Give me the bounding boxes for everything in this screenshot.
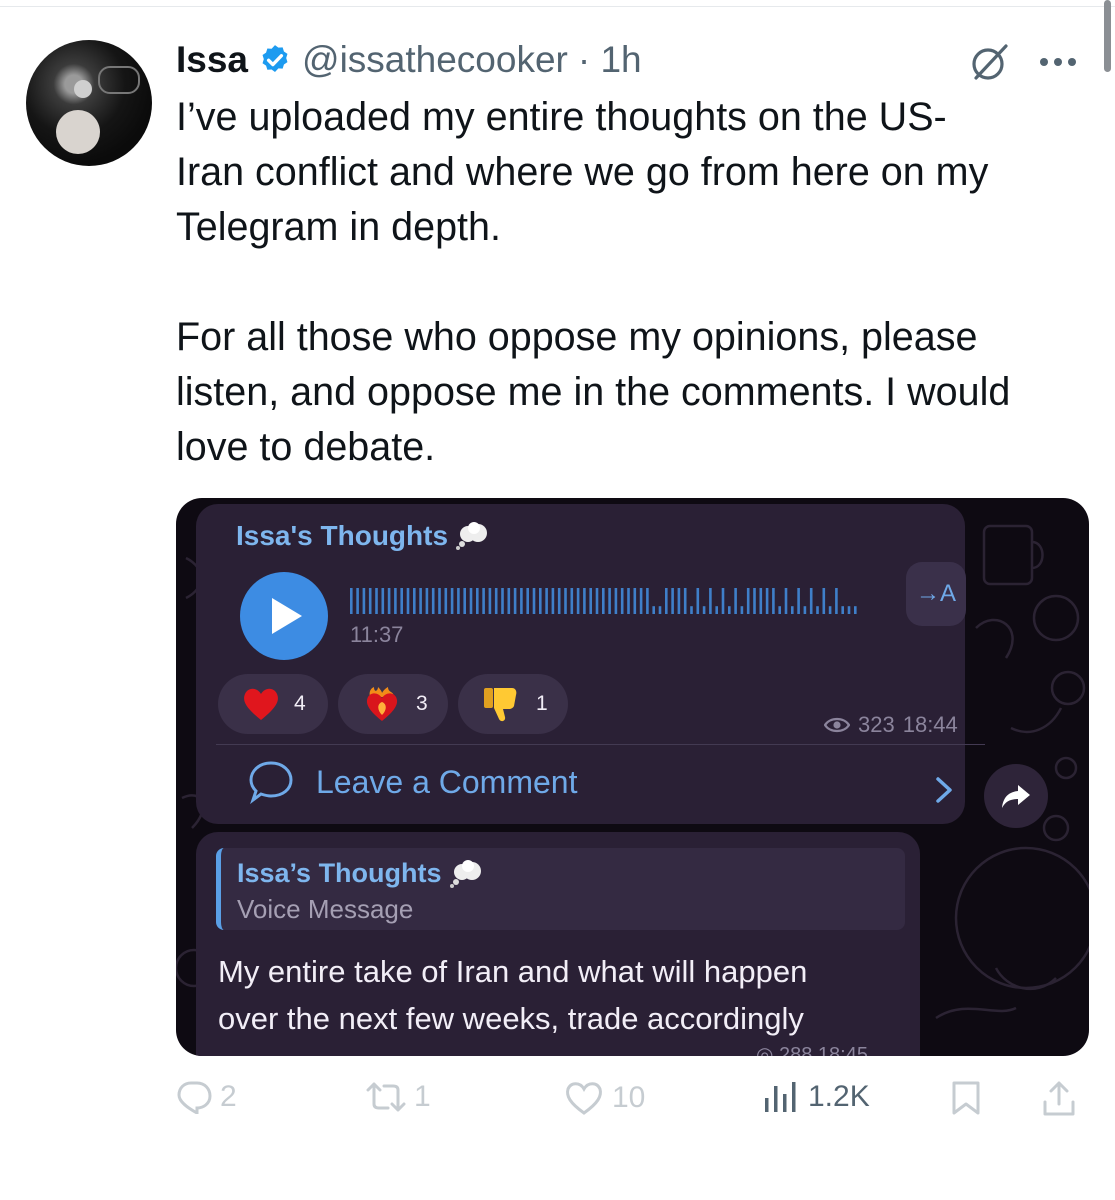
heart-icon [566,1082,602,1115]
comment-bubble-icon [249,761,293,804]
repost-icon [366,1082,406,1112]
reply-button[interactable]: 2 [176,1080,237,1114]
tweet-actions: 2 1 10 1.2K [0,1080,1115,1130]
top-divider [0,6,1115,7]
telegram-voice-post: Issa's Thoughts 11:37 →A 4 3 1 323 18:44… [196,504,985,824]
play-icon [272,598,302,634]
reaction-heart[interactable]: 4 [218,674,328,734]
repost-button[interactable]: 1 [366,1080,431,1114]
post-time: 18:44 [902,712,958,737]
reaction-count: 1 [536,692,548,715]
reply-icon [177,1081,212,1114]
play-button[interactable] [240,572,328,660]
tweet-media-image[interactable]: Issa's Thoughts 11:37 →A 4 3 1 323 18:44… [176,498,1089,1056]
analytics-icon [765,1082,796,1112]
tweet-time[interactable]: · 1h [578,39,642,81]
leave-comment-button[interactable]: Leave a Comment [248,760,577,804]
tweet-text: I’ve uploaded my entire thoughts on the … [176,95,1011,469]
like-count: 10 [612,1081,646,1114]
voice-waveform[interactable] [350,586,890,614]
bookmark-icon [952,1081,980,1115]
reply-subtitle: Voice Message [237,894,414,924]
transcribe-button[interactable]: →A [906,562,966,626]
author-handle[interactable]: @issathecooker [302,39,568,81]
message-meta: ◎ 288 18:45 [756,1044,868,1056]
grok-icon[interactable] [968,40,1012,84]
thought-bubble-icon [449,859,481,888]
reply-channel-title: Issa’s Thoughts [237,858,484,889]
scrollbar[interactable] [1104,0,1111,72]
reaction-heart-on-fire[interactable]: 3 [338,674,448,734]
like-button[interactable]: 10 [564,1080,645,1116]
avatar[interactable] [26,40,152,166]
share-button[interactable] [1042,1080,1076,1118]
forward-button[interactable] [984,764,1048,828]
telegram-text-post: Issa’s Thoughts Voice Message My entire … [196,832,920,1056]
thumbs-down-emoji-icon [484,688,517,722]
divider [216,744,985,745]
reaction-count: 3 [416,692,428,715]
leave-comment-label: Leave a Comment [316,763,578,800]
reply-preview[interactable]: Issa’s Thoughts Voice Message [216,848,905,930]
message-text: My entire take of Iran and what will hap… [218,954,808,1036]
post-meta: 323 18:44 [824,712,958,738]
chevron-right-icon[interactable] [934,776,954,804]
heart-on-fire-emoji-icon [366,687,398,721]
views-button[interactable]: 1.2K [762,1080,870,1114]
voice-duration: 11:37 [350,622,404,647]
tweet-header: Issa @issathecooker · 1h [176,38,642,82]
author-name[interactable]: Issa [176,39,248,81]
forward-arrow-icon [1002,785,1030,808]
view-count: 323 [858,712,895,737]
channel-title[interactable]: Issa's Thoughts [236,520,490,552]
bookmark-button[interactable] [950,1080,982,1116]
more-options-icon[interactable] [1040,58,1076,66]
verified-badge-icon[interactable] [258,43,292,77]
reply-channel-name: Issa’s Thoughts [237,858,442,888]
reaction-count: 4 [294,692,306,715]
thought-bubble-icon [456,522,488,550]
repost-count: 1 [414,1080,431,1113]
share-icon [1043,1081,1075,1116]
reaction-thumbs-down[interactable]: 1 [458,674,568,734]
channel-name: Issa's Thoughts [236,520,449,551]
heart-emoji-icon [244,688,278,720]
reply-count: 2 [220,1080,237,1113]
view-count: 1.2K [808,1080,870,1113]
eye-icon [824,717,850,733]
